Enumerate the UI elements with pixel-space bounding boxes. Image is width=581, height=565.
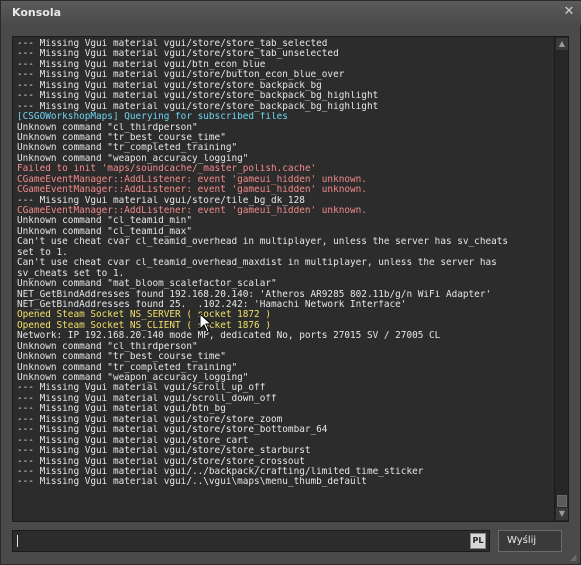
console-line: Unknown command "cl_thirdperson" <box>17 341 198 352</box>
console-line: --- Missing Vgui material vgui/scroll_up… <box>17 383 266 394</box>
console-line: [CSGOWorkshopMaps] Querying for subscrib… <box>17 112 288 123</box>
console-line: --- Missing Vgui material vgui/store/sto… <box>17 446 311 457</box>
console-line: --- Missing Vgui material vgui/scroll_do… <box>17 393 277 404</box>
text-caret <box>17 535 18 547</box>
console-line: --- Missing Vgui material vgui/store/sto… <box>17 425 328 436</box>
console-line: Unknown command "tr_completed_training" <box>17 143 238 154</box>
console-line: NET_GetBindAddresses found 25. .102.242:… <box>17 299 407 310</box>
window-title: Konsola <box>12 6 62 19</box>
console-log: --- Missing Vgui material vgui/store/sto… <box>17 39 552 488</box>
command-input-row: PL <box>12 530 490 552</box>
scrollbar[interactable]: ▲ ▼ <box>554 37 568 521</box>
language-badge: PL <box>470 533 486 549</box>
console-line: Unknown command "mat_bloom_scalefactor_s… <box>17 279 277 290</box>
console-line: --- Missing Vgui material vgui/store/sto… <box>17 80 322 91</box>
console-line: --- Missing Vgui material vgui/store/sto… <box>17 414 283 425</box>
console-line: --- Missing Vgui material vgui/btn_econ_… <box>17 59 266 70</box>
console-line: Network: IP 192.168.20.140 mode MP, dedi… <box>17 331 441 342</box>
console-line: Unknown command "cl_thirdperson" <box>17 122 198 133</box>
close-icon[interactable]: ✕ <box>561 4 577 20</box>
console-line: Unknown command "tr_completed_training" <box>17 362 238 373</box>
scrollbar-thumb[interactable] <box>557 495 567 507</box>
console-line: Can't use cheat cvar cl_teamid_overhead … <box>17 237 509 248</box>
console-line: --- Missing Vgui material vgui/../backpa… <box>17 466 424 477</box>
console-window: Konsola ✕ --- Missing Vgui material vgui… <box>0 0 581 565</box>
console-line: Unknown command "weapon_accuracy_logging… <box>17 373 249 383</box>
console-line: Opened Steam Socket NS_CLIENT ( socket 1… <box>17 320 271 331</box>
scroll-up-icon[interactable]: ▲ <box>556 38 568 50</box>
console-line: Unknown command "cl_teamid_max" <box>17 226 192 237</box>
console-line: NET_GetBindAddresses found 192.168.20.14… <box>17 289 492 300</box>
console-line: sv_cheats set to 1. <box>17 268 125 279</box>
console-output[interactable]: --- Missing Vgui material vgui/store/sto… <box>12 36 569 522</box>
console-line: Failed to init 'maps/soundcache/_master_… <box>17 164 317 175</box>
console-line: Unknown command "tr_best_course_time" <box>17 352 226 363</box>
console-line: Unknown command "tr_best_course_time" <box>17 132 226 143</box>
console-line: CGameEventManager::AddListener: event 'g… <box>17 206 367 216</box>
console-line: --- Missing Vgui material vgui/store/sto… <box>17 39 328 49</box>
console-line: --- Missing Vgui material vgui/store/sto… <box>17 91 379 102</box>
console-line: --- Missing Vgui material vgui/store/til… <box>17 195 305 206</box>
console-line: Unknown command "weapon_accuracy_logging… <box>17 153 249 164</box>
console-line: --- Missing Vgui material vgui/..\vgui\m… <box>17 477 367 488</box>
mouse-cursor-icon <box>199 313 213 333</box>
console-line: --- Missing Vgui material vgui/store/but… <box>17 70 345 81</box>
title-bar[interactable]: Konsola ✕ <box>1 1 581 25</box>
console-line: Unknown command "cl_teamid_min" <box>17 216 192 227</box>
submit-button[interactable]: Wyślij <box>498 530 562 552</box>
resize-grip-icon[interactable]: ◢ <box>567 552 579 564</box>
console-line: --- Missing Vgui material vgui/btn_bg <box>17 404 226 415</box>
console-line: --- Missing Vgui material vgui/store/sto… <box>17 49 339 60</box>
command-input[interactable] <box>17 533 467 549</box>
console-line: CGameEventManager::AddListener: event 'g… <box>17 185 367 196</box>
scroll-down-icon[interactable]: ▼ <box>556 508 568 520</box>
console-line: CGameEventManager::AddListener: event 'g… <box>17 174 367 185</box>
console-line: --- Missing Vgui material vgui/store/sto… <box>17 456 305 467</box>
console-line: --- Missing Vgui material vgui/store/sto… <box>17 101 379 112</box>
console-line: Can't use cheat cvar cl_teamid_overhead_… <box>17 258 497 269</box>
console-line: --- Missing Vgui material vgui/store_car… <box>17 435 249 446</box>
console-line: Opened Steam Socket NS_SERVER ( socket 1… <box>17 310 271 321</box>
console-line: set to 1. <box>17 247 68 258</box>
